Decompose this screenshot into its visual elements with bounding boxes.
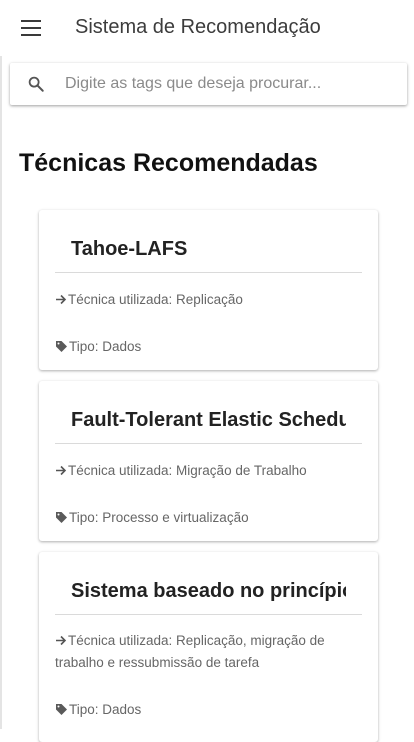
card-type: Tipo: Processo e virtualização [55,507,355,529]
card-type: Tipo: Dados [55,336,355,358]
card-technique: Técnica utilizada: Replicação [55,289,355,311]
arrow-right-icon [56,294,67,305]
card-title: Tahoe-LAFS [71,238,188,260]
search-bar [10,63,407,105]
arrow-right-icon [56,465,67,476]
card-title: Sistema baseado no princípio [71,580,346,602]
card-divider [55,614,362,615]
tag-icon [56,512,67,523]
menu-icon[interactable] [21,20,41,36]
tag-icon [56,341,67,352]
app-title: Sistema de Recomendação [75,16,321,38]
tag-icon [56,704,67,715]
section-title: Técnicas Recomendadas [19,149,318,177]
card-technique: Técnica utilizada: Migração de Trabalho [55,460,355,482]
technique-text: Técnica utilizada: Migração de Trabalho [68,463,307,478]
type-text: Tipo: Processo e virtualização [69,510,249,525]
recommendation-card[interactable]: Fault-Tolerant Elastic Scheduling Técnic… [39,381,378,541]
arrow-right-icon [56,635,67,646]
search-input[interactable] [65,71,395,97]
card-technique: Técnica utilizada: Replicação, migração … [55,630,355,674]
card-type: Tipo: Dados [55,699,355,721]
search-icon[interactable] [27,75,45,93]
type-text: Tipo: Dados [69,702,142,717]
technique-text: Técnica utilizada: Replicação [68,292,243,307]
page-border [0,0,2,729]
card-divider [55,272,362,273]
card-divider [55,443,362,444]
recommendation-card[interactable]: Tahoe-LAFS Técnica utilizada: Replicação… [39,210,378,370]
technique-text: Técnica utilizada: Replicação, migração … [55,633,325,670]
card-title: Fault-Tolerant Elastic Scheduling [71,409,346,431]
type-text: Tipo: Dados [69,339,142,354]
app-bar: Sistema de Recomendação [0,0,414,56]
recommendation-card[interactable]: Sistema baseado no princípio Técnica uti… [39,552,378,742]
